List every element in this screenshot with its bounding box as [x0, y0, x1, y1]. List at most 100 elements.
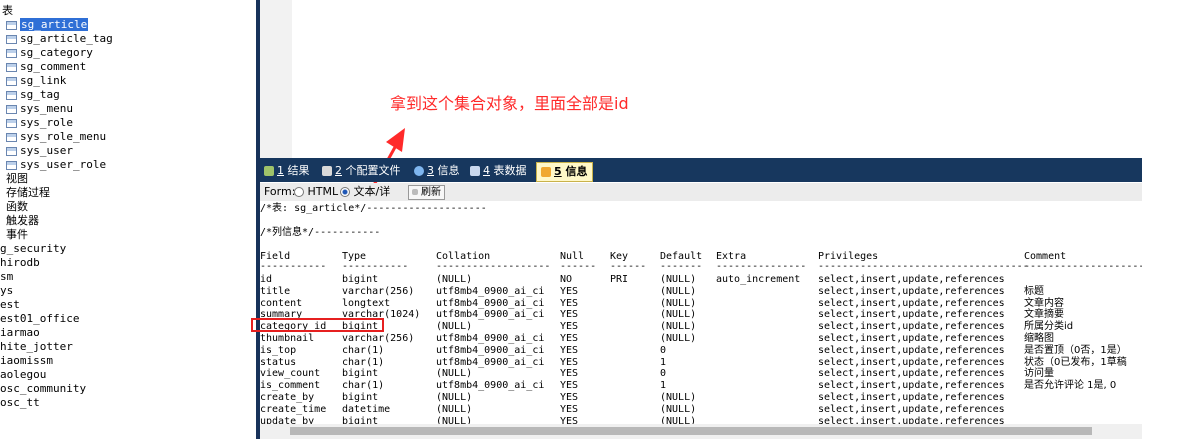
- cell: utf8mb4_0900_ai_ci: [436, 285, 545, 297]
- table-icon: [470, 166, 480, 176]
- highlight-box: [251, 318, 384, 332]
- refresh-icon: [412, 189, 418, 195]
- cell: (NULL): [660, 274, 697, 285]
- cell: YES: [560, 321, 579, 333]
- cell: (NULL): [660, 415, 697, 424]
- cell: 1: [660, 356, 667, 368]
- info-output[interactable]: /*表: sg_article*/-------------------- /*…: [260, 201, 1142, 424]
- table-row: category_id bigint (NULL) YES (NULL) select,i…: [260, 321, 1142, 333]
- cell: 是否置顶（0否，1是）: [1024, 344, 1127, 356]
- grid-icon: [264, 166, 274, 176]
- tab-profile[interactable]: 2 个配置文件: [322, 163, 401, 179]
- cell: varchar(256): [342, 333, 415, 344]
- cell: YES: [560, 309, 579, 321]
- cell: (NULL): [660, 333, 697, 344]
- tab-table-data[interactable]: 4 表数据: [470, 163, 527, 179]
- cell: select,insert,update,references: [818, 274, 1005, 285]
- cell: content: [260, 297, 303, 309]
- cell: YES: [560, 380, 579, 392]
- text-radio[interactable]: [340, 187, 350, 197]
- cell: YES: [560, 285, 579, 297]
- cell: is_comment: [260, 380, 321, 392]
- cell: (NULL): [436, 368, 473, 380]
- cell: select,insert,update,references: [818, 321, 1005, 333]
- cell: bigint: [342, 368, 379, 380]
- cell: (NULL): [660, 309, 697, 321]
- text-option[interactable]: 文本/详: [340, 183, 390, 201]
- cell: bigint: [342, 392, 379, 403]
- cell: -----------: [260, 261, 327, 272]
- scrollbar-thumb[interactable]: [290, 427, 1092, 435]
- cell: -------------------: [436, 261, 551, 272]
- info-icon: [414, 166, 424, 176]
- cell: longtext: [342, 297, 391, 309]
- cell: NO: [560, 274, 573, 285]
- cell: bigint: [342, 415, 379, 424]
- tab-messages[interactable]: 3 信息: [414, 163, 460, 179]
- cell: datetime: [342, 403, 391, 415]
- table-name-line: /*表: sg_article*/--------------------: [260, 203, 487, 214]
- cell: utf8mb4_0900_ai_ci: [436, 380, 545, 392]
- cell: select,insert,update,references: [818, 333, 1005, 344]
- table-row: create_by bigint (NULL) YES (NULL) select,ins…: [260, 392, 1142, 404]
- table-row: create_time datetime (NULL) YES (NULL) select…: [260, 404, 1142, 416]
- cell: id: [260, 274, 273, 285]
- cell: -----------: [342, 261, 409, 272]
- cell: select,insert,update,references: [818, 344, 1005, 356]
- cell: status: [260, 356, 297, 368]
- cell: select,insert,update,references: [818, 309, 1005, 321]
- cell: utf8mb4_0900_ai_ci: [436, 297, 545, 309]
- cell: ------: [610, 261, 647, 272]
- cell: (NULL): [660, 403, 697, 415]
- cell: YES: [560, 356, 579, 368]
- cell: 0: [660, 344, 667, 356]
- cell: (NULL): [660, 285, 697, 297]
- cell: 0: [660, 368, 667, 380]
- cell: 文章摘要: [1024, 309, 1064, 321]
- cell: select,insert,update,references: [818, 403, 1005, 415]
- cell: YES: [560, 368, 579, 380]
- cell: (NULL): [436, 321, 473, 333]
- table-row: id bigint (NULL) NO PRI (NULL) auto_increment s…: [260, 274, 1142, 286]
- cell: YES: [560, 403, 579, 415]
- cell: YES: [560, 392, 579, 403]
- cell: thumbnail: [260, 333, 315, 344]
- cell: ---------------: [716, 261, 807, 272]
- table-row: update_by bigint (NULL) YES (NULL) select,ins…: [260, 416, 1142, 424]
- cell: 文章内容: [1024, 297, 1064, 309]
- cell: varchar(256): [342, 285, 415, 297]
- cell: utf8mb4_0900_ai_ci: [436, 344, 545, 356]
- cell: (NULL): [660, 297, 697, 309]
- cell: utf8mb4_0900_ai_ci: [436, 333, 545, 344]
- table-row: is_top char(1) utf8mb4_0900_ai_ci YES 0 selec…: [260, 345, 1142, 357]
- horizontal-scrollbar[interactable]: [260, 424, 1142, 439]
- cell: 缩略图: [1024, 333, 1054, 344]
- cell: select,insert,update,references: [818, 356, 1005, 368]
- tab-results[interactable]: 1 结果: [264, 163, 310, 179]
- cell: select,insert,update,references: [818, 392, 1005, 403]
- cell: utf8mb4_0900_ai_ci: [436, 309, 545, 321]
- html-radio[interactable]: [294, 187, 304, 197]
- cell: auto_increment: [716, 274, 801, 285]
- cell: (NULL): [660, 392, 697, 403]
- cell: 标题: [1024, 285, 1044, 297]
- tab-info[interactable]: 5 信息: [536, 162, 593, 182]
- cell: (NULL): [436, 274, 473, 285]
- cell: -------: [660, 261, 703, 272]
- cell: (NULL): [436, 415, 473, 424]
- refresh-button[interactable]: 刷新: [408, 185, 445, 200]
- cell: 1: [660, 380, 667, 392]
- cell: 所属分类id: [1024, 321, 1074, 333]
- html-option[interactable]: HTML: [294, 183, 338, 201]
- cell: 是否允许评论 1是, 0: [1024, 380, 1117, 392]
- cell: (NULL): [660, 321, 697, 333]
- table-row: title varchar(256) utf8mb4_0900_ai_ci YES (N…: [260, 286, 1142, 298]
- cell: ------: [560, 261, 597, 272]
- cell: YES: [560, 344, 579, 356]
- cell: 状态（0已发布，1草稿: [1024, 356, 1127, 368]
- table-row: content longtext utf8mb4_0900_ai_ci YES (NUL…: [260, 298, 1142, 310]
- cell: view_count: [260, 368, 321, 380]
- cell: YES: [560, 297, 579, 309]
- format-bar: Form: HTML 文本/详 刷新: [260, 183, 1142, 201]
- format-label: Form:: [264, 185, 296, 198]
